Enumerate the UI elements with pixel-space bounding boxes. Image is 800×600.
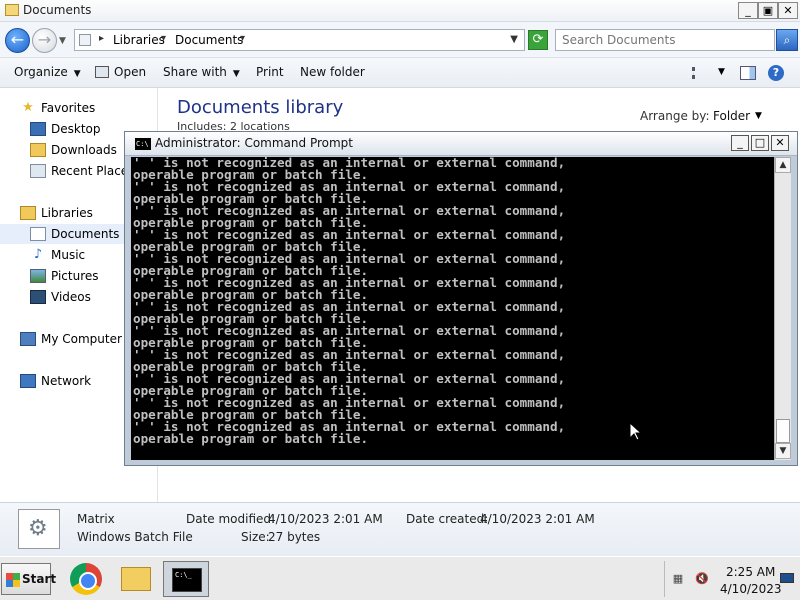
chevron-down-icon[interactable]: ▾ xyxy=(240,33,245,44)
taskbar: Start C:\_ ▦ 🔇 2:25 AM 4/10/2023 xyxy=(0,556,800,600)
taskbar-command-prompt[interactable]: C:\_ xyxy=(163,561,209,597)
cmd-title: Administrator: Command Prompt xyxy=(155,136,353,150)
preview-pane-icon[interactable] xyxy=(740,66,756,80)
back-button[interactable]: ← xyxy=(5,28,30,53)
address-bar-row: ← → ▼ ▸ Libraries ▾ Documents ▾ ▼ ⟳ ⌕ xyxy=(0,22,800,58)
chevron-down-icon[interactable]: ▾ xyxy=(161,33,166,44)
organize-button[interactable]: Organize ▼ xyxy=(14,65,81,79)
open-button[interactable]: Open xyxy=(95,65,146,79)
details-pane: ⚙ Matrix Windows Batch File Date modifie… xyxy=(0,502,800,556)
chevron-right-icon[interactable]: ▸ xyxy=(99,33,104,44)
window-title: Documents xyxy=(23,3,92,17)
chrome-icon xyxy=(70,563,102,595)
minimize-button[interactable]: _ xyxy=(738,2,758,19)
date-modified-label: Date modified: xyxy=(186,512,276,526)
cmd-close-button[interactable]: ✕ xyxy=(771,135,789,151)
network-icon xyxy=(20,374,36,388)
forward-button[interactable]: → xyxy=(32,28,57,53)
library-title: Documents library xyxy=(177,97,344,118)
volume-muted-icon[interactable]: 🔇 xyxy=(695,573,709,585)
clock-date[interactable]: 4/10/2023 xyxy=(720,582,782,596)
network-tray-icon[interactable]: ▦ xyxy=(671,573,685,585)
libraries-icon xyxy=(20,206,36,220)
refresh-button[interactable]: ⟳ xyxy=(528,30,548,50)
cmd-titlebar[interactable]: C:\ Administrator: Command Prompt _ □ ✕ xyxy=(125,132,797,156)
videos-icon xyxy=(30,290,46,304)
arrange-by-dropdown[interactable]: Folder xyxy=(713,109,750,123)
address-dropdown-icon[interactable]: ▼ xyxy=(510,34,518,45)
file-name: Matrix xyxy=(77,512,115,526)
change-view-icon[interactable] xyxy=(692,67,706,79)
recent-places-icon xyxy=(30,164,46,178)
search-box[interactable] xyxy=(555,29,775,51)
close-button[interactable]: ✕ xyxy=(778,2,798,19)
start-button[interactable]: Start xyxy=(1,563,56,595)
search-icon: ⌕ xyxy=(783,33,791,47)
chevron-down-icon[interactable]: ▼ xyxy=(755,111,762,121)
date-created-value: 4/10/2023 2:01 AM xyxy=(480,512,595,526)
chevron-down-icon[interactable]: ▼ xyxy=(718,67,725,77)
windows-flag-icon xyxy=(6,580,20,587)
help-icon[interactable]: ? xyxy=(768,65,784,81)
clock-time[interactable]: 2:25 AM xyxy=(726,565,775,579)
restore-button[interactable]: ▣ xyxy=(758,2,778,19)
console-scrollbar[interactable]: ▲ ▼ xyxy=(774,157,791,460)
search-button[interactable]: ⌕ xyxy=(776,29,798,51)
size-label: Size: xyxy=(241,530,270,544)
computer-icon xyxy=(20,332,36,346)
recent-pages-dropdown[interactable]: ▼ xyxy=(59,36,66,46)
console-line: operable program or batch file. xyxy=(133,431,369,446)
address-box[interactable]: ▸ Libraries ▾ Documents ▾ ▼ xyxy=(74,29,525,51)
share-with-button[interactable]: Share with ▼ xyxy=(163,65,240,79)
new-folder-button[interactable]: New folder xyxy=(300,65,365,79)
documents-icon xyxy=(30,227,46,241)
nav-item-favorites[interactable]: ★ Favorites xyxy=(0,98,158,118)
command-toolbar: Organize ▼ Open Share with ▼ Print New fol… xyxy=(0,58,800,88)
desktop-icon xyxy=(30,122,46,136)
music-icon: ♪ xyxy=(33,247,43,262)
downloads-folder-icon xyxy=(30,143,46,157)
explorer-titlebar: Documents _ ▣ ✕ xyxy=(0,0,800,22)
cmd-icon: C:\ xyxy=(135,138,151,150)
folder-icon xyxy=(79,34,91,46)
cmd-maximize-button[interactable]: □ xyxy=(751,135,769,151)
chevron-down-icon: ▼ xyxy=(73,69,81,79)
console-output[interactable]: ' ' is not recognized as an internal or … xyxy=(131,157,774,460)
arrange-by-label: Arrange by: xyxy=(640,109,710,123)
search-input[interactable] xyxy=(556,30,774,50)
scroll-thumb[interactable] xyxy=(776,419,790,443)
open-icon xyxy=(95,66,109,78)
breadcrumb-documents[interactable]: Documents xyxy=(175,33,243,47)
batch-file-icon: ⚙ xyxy=(18,509,60,549)
star-icon: ★ xyxy=(22,100,34,115)
print-button[interactable]: Print xyxy=(256,65,284,79)
folder-icon xyxy=(5,4,19,16)
cmd-minimize-button[interactable]: _ xyxy=(731,135,749,151)
breadcrumb-libraries[interactable]: Libraries xyxy=(113,33,165,47)
date-modified-value: 4/10/2023 2:01 AM xyxy=(268,512,383,526)
mouse-pointer-icon xyxy=(629,422,641,441)
cmd-icon: C:\_ xyxy=(172,568,202,592)
file-type: Windows Batch File xyxy=(77,530,193,544)
taskbar-explorer[interactable] xyxy=(113,561,159,597)
taskbar-chrome[interactable] xyxy=(63,561,109,597)
scroll-down-button[interactable]: ▼ xyxy=(775,443,791,459)
pictures-icon xyxy=(30,269,46,283)
refresh-icon: ⟳ xyxy=(532,32,544,47)
date-created-label: Date created: xyxy=(406,512,489,526)
gear-icon: ⚙ xyxy=(28,516,48,541)
folder-icon xyxy=(121,567,151,591)
forward-arrow-icon: → xyxy=(37,30,52,49)
show-desktop-icon[interactable] xyxy=(780,573,794,583)
scroll-up-button[interactable]: ▲ xyxy=(775,157,791,173)
size-value: 27 bytes xyxy=(268,530,321,544)
chevron-down-icon: ▼ xyxy=(232,69,240,79)
command-prompt-window[interactable]: C:\ Administrator: Command Prompt _ □ ✕ … xyxy=(124,131,798,466)
back-arrow-icon: ← xyxy=(10,30,25,49)
